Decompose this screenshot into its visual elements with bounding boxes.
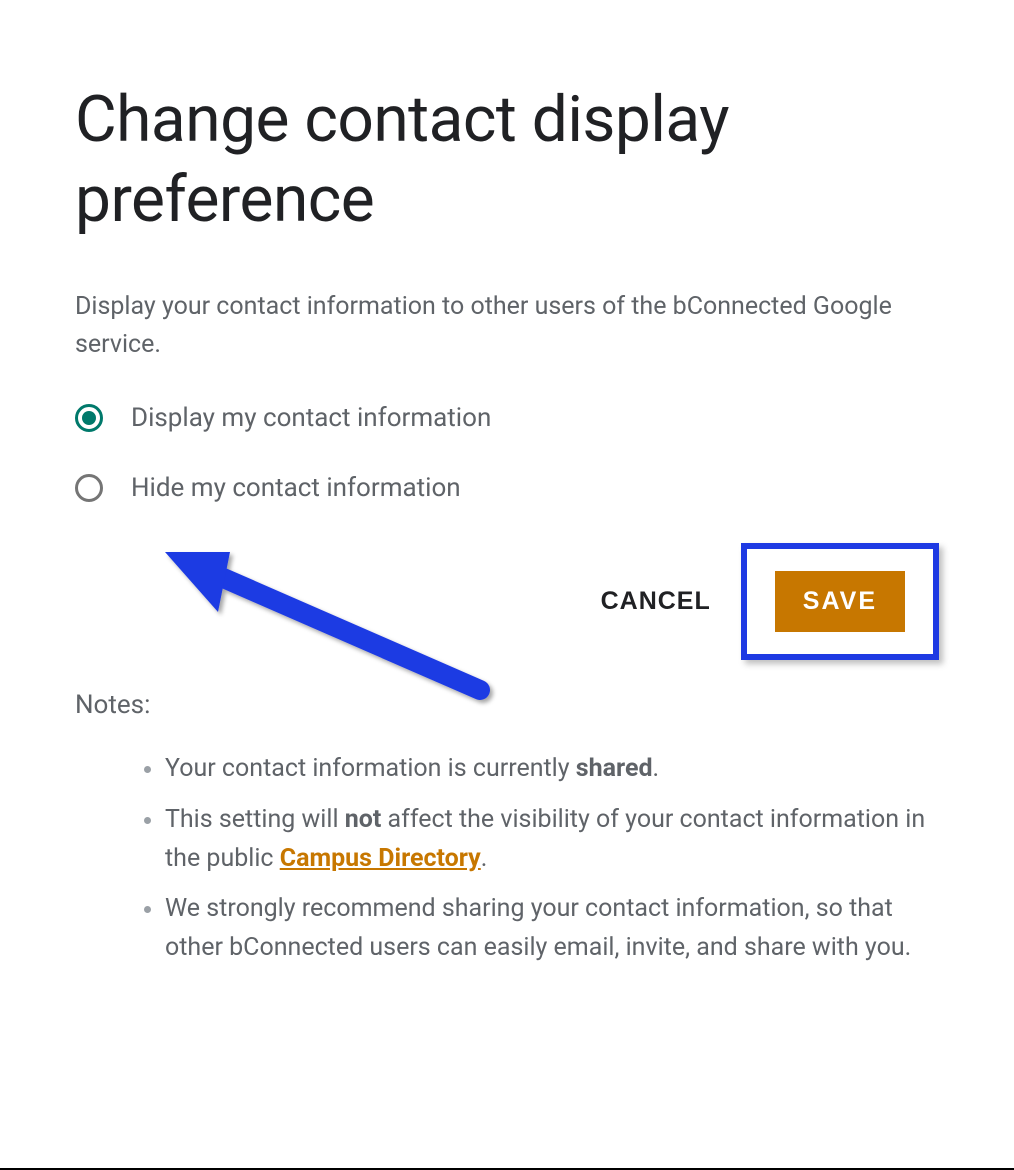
radio-label-hide: Hide my contact information xyxy=(131,473,461,503)
note-text: . xyxy=(481,844,488,873)
contact-display-radio-group: Display my contact information Hide my c… xyxy=(75,403,939,503)
page-subtitle: Display your contact information to othe… xyxy=(75,288,939,363)
note-item-3: We strongly recommend sharing your conta… xyxy=(165,890,939,968)
note-item-2: This setting will not affect the visibil… xyxy=(165,801,939,879)
radio-selected-icon xyxy=(75,404,103,432)
note-bold-not: not xyxy=(345,805,382,834)
campus-directory-link[interactable]: Campus Directory xyxy=(280,844,481,873)
note-bold-shared: shared xyxy=(576,754,653,783)
note-text: Your contact information is currently xyxy=(165,754,576,783)
notes-list: Your contact information is currently sh… xyxy=(75,750,939,968)
note-item-1: Your contact information is currently sh… xyxy=(165,750,939,789)
note-text: . xyxy=(653,754,660,783)
action-row: CANCEL SAVE xyxy=(75,543,939,660)
page-title: Change contact display preference xyxy=(75,80,939,240)
cancel-button[interactable]: CANCEL xyxy=(601,587,711,616)
note-text: This setting will xyxy=(165,805,345,834)
save-button-highlight: SAVE xyxy=(741,543,939,660)
radio-label-display: Display my contact information xyxy=(131,403,491,433)
notes-heading: Notes: xyxy=(75,690,939,720)
radio-option-display[interactable]: Display my contact information xyxy=(75,403,939,433)
note-text: We strongly recommend sharing your conta… xyxy=(165,894,911,962)
save-button[interactable]: SAVE xyxy=(775,571,905,632)
radio-option-hide[interactable]: Hide my contact information xyxy=(75,473,939,503)
radio-unselected-icon xyxy=(75,474,103,502)
